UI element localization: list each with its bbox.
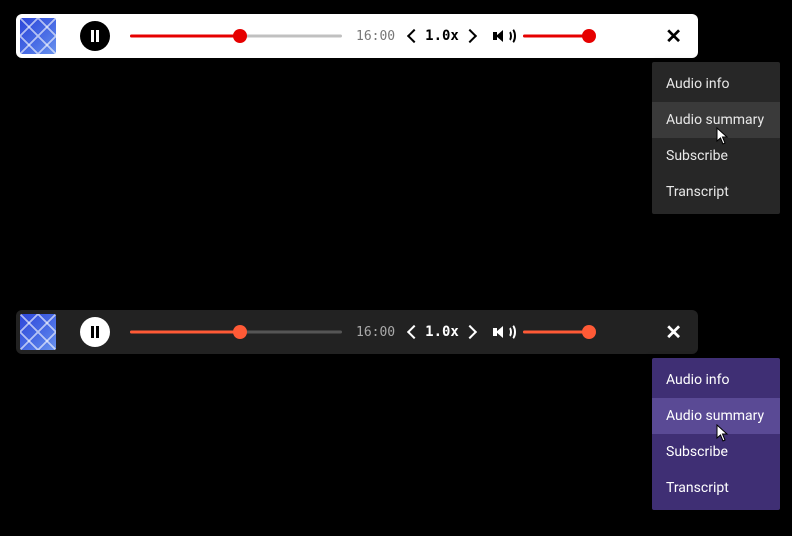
volume-slider[interactable]	[523, 29, 595, 43]
seek-slider[interactable]	[130, 29, 342, 43]
context-menu: Audio info Audio summary Subscribe Trans…	[652, 358, 780, 510]
volume-knob[interactable]	[582, 325, 596, 339]
speed-down-button[interactable]	[407, 29, 421, 43]
duration-label: 16:00	[356, 29, 395, 44]
cover-thumbnail[interactable]	[20, 18, 56, 54]
menu-item-audio-info[interactable]: Audio info	[652, 362, 780, 398]
cover-thumbnail[interactable]	[20, 314, 56, 350]
speed-label: 1.0x	[425, 324, 459, 340]
volume-icon[interactable]	[493, 324, 513, 340]
menu-item-transcript[interactable]: Transcript	[652, 174, 780, 210]
speed-up-button[interactable]	[463, 325, 477, 339]
close-button[interactable]: ✕	[665, 26, 682, 46]
volume-slider[interactable]	[523, 325, 595, 339]
menu-item-subscribe[interactable]: Subscribe	[652, 138, 780, 174]
seek-knob[interactable]	[233, 29, 247, 43]
volume-control	[493, 28, 595, 44]
speed-label: 1.0x	[425, 28, 459, 44]
speed-up-button[interactable]	[463, 29, 477, 43]
seek-knob[interactable]	[233, 325, 247, 339]
volume-icon[interactable]	[493, 28, 513, 44]
seek-fill	[130, 331, 240, 334]
audio-player-dark: 16:00 1.0x ✕	[16, 310, 698, 354]
volume-knob[interactable]	[582, 29, 596, 43]
pause-icon	[91, 326, 99, 338]
playback-speed-control: 1.0x	[409, 324, 475, 340]
seek-slider[interactable]	[130, 325, 342, 339]
volume-fill	[523, 331, 589, 334]
speed-down-button[interactable]	[407, 325, 421, 339]
audio-player-light: 16:00 1.0x ✕	[16, 14, 698, 58]
play-pause-button[interactable]	[80, 21, 110, 51]
play-pause-button[interactable]	[80, 317, 110, 347]
close-button[interactable]: ✕	[665, 322, 682, 342]
context-menu: Audio info Audio summary Subscribe Trans…	[652, 62, 780, 214]
menu-item-audio-summary[interactable]: Audio summary	[652, 398, 780, 434]
menu-item-transcript[interactable]: Transcript	[652, 470, 780, 506]
volume-control	[493, 324, 595, 340]
menu-item-subscribe[interactable]: Subscribe	[652, 434, 780, 470]
menu-item-audio-info[interactable]: Audio info	[652, 66, 780, 102]
seek-fill	[130, 35, 240, 38]
playback-speed-control: 1.0x	[409, 28, 475, 44]
volume-fill	[523, 35, 589, 38]
pause-icon	[91, 30, 99, 42]
duration-label: 16:00	[356, 325, 395, 340]
menu-item-audio-summary[interactable]: Audio summary	[652, 102, 780, 138]
